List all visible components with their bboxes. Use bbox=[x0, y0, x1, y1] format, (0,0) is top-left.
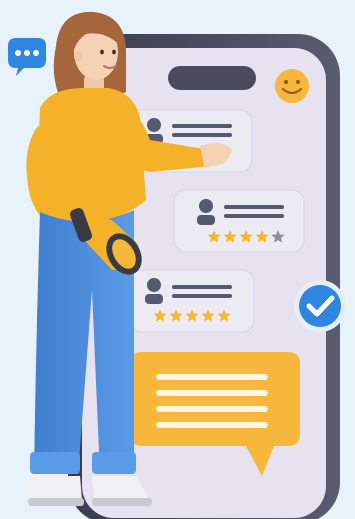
illustration-canvas bbox=[8, 11, 346, 519]
review-illustration bbox=[0, 0, 355, 519]
smiley-face-icon bbox=[275, 69, 309, 103]
chat-bubble-icon bbox=[8, 38, 46, 76]
review-card bbox=[173, 189, 305, 253]
review-card bbox=[129, 269, 255, 333]
left-shoe bbox=[27, 476, 82, 500]
phone-notch bbox=[168, 66, 256, 90]
check-badge-icon bbox=[294, 280, 346, 332]
